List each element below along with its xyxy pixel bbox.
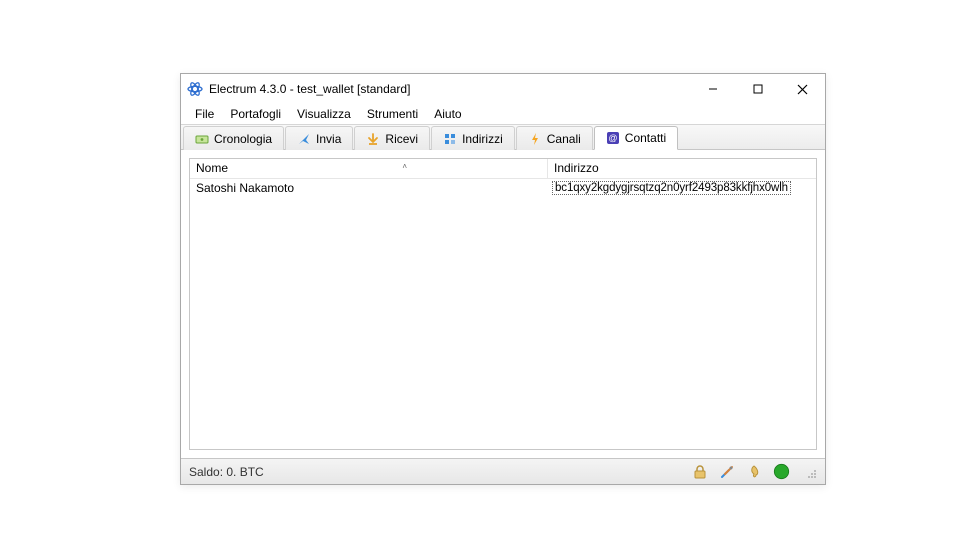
status-icons [691, 463, 817, 481]
tab-receive[interactable]: Ricevi [354, 126, 430, 150]
tab-channels[interactable]: Canali [516, 126, 593, 150]
receive-icon [366, 132, 380, 146]
balance-label: Saldo: 0. BTC [189, 465, 264, 479]
addresses-icon [443, 132, 457, 146]
content-area: Nome ˄ Indirizzo Satoshi Nakamoto bc1qxy… [181, 150, 825, 458]
menubar: File Portafogli Visualizza Strumenti Aiu… [181, 104, 825, 124]
statusbar: Saldo: 0. BTC [181, 458, 825, 484]
contacts-table: Nome ˄ Indirizzo Satoshi Nakamoto bc1qxy… [189, 158, 817, 450]
tab-history[interactable]: Cronologia [183, 126, 284, 150]
header-address[interactable]: Indirizzo [548, 159, 816, 178]
tab-addresses[interactable]: Indirizzi [431, 126, 515, 150]
network-status-icon[interactable] [772, 463, 790, 481]
tab-label: Cronologia [214, 132, 272, 146]
header-name[interactable]: Nome ˄ [190, 159, 548, 178]
cell-address: bc1qxy2kgdygjrsqtzq2n0yrf2493p83kkfjhx0w… [548, 179, 816, 197]
titlebar: Electrum 4.3.0 - test_wallet [standard] [181, 74, 825, 104]
resize-grip-icon[interactable] [803, 465, 817, 479]
menu-wallet[interactable]: Portafogli [222, 105, 289, 123]
svg-text:@: @ [608, 133, 617, 143]
tab-label: Invia [316, 132, 341, 146]
tab-contacts[interactable]: @ Contatti [594, 126, 678, 150]
table-row[interactable]: Satoshi Nakamoto bc1qxy2kgdygjrsqtzq2n0y… [190, 179, 816, 197]
window-title: Electrum 4.3.0 - test_wallet [standard] [209, 82, 410, 96]
table-body: Satoshi Nakamoto bc1qxy2kgdygjrsqtzq2n0y… [190, 179, 816, 449]
lock-icon[interactable] [691, 463, 709, 481]
close-button[interactable] [780, 74, 825, 104]
maximize-button[interactable] [735, 74, 780, 104]
minimize-button[interactable] [690, 74, 735, 104]
history-icon [195, 132, 209, 146]
window-controls [690, 74, 825, 104]
sort-indicator-icon: ˄ [402, 162, 407, 171]
app-window: Electrum 4.3.0 - test_wallet [standard] … [180, 73, 826, 485]
menu-tools[interactable]: Strumenti [359, 105, 426, 123]
tab-label: Indirizzi [462, 132, 503, 146]
channels-icon [528, 132, 542, 146]
app-icon [187, 81, 203, 97]
send-icon [297, 132, 311, 146]
tab-send[interactable]: Invia [285, 126, 353, 150]
menu-file[interactable]: File [187, 105, 222, 123]
tab-label: Contatti [625, 131, 666, 145]
menu-view[interactable]: Visualizza [289, 105, 359, 123]
table-header: Nome ˄ Indirizzo [190, 159, 816, 179]
tab-label: Ricevi [385, 132, 418, 146]
seed-icon[interactable] [745, 463, 763, 481]
contacts-icon: @ [606, 131, 620, 145]
address-value[interactable]: bc1qxy2kgdygjrsqtzq2n0yrf2493p83kkfjhx0w… [552, 181, 791, 195]
menu-help[interactable]: Aiuto [426, 105, 469, 123]
settings-icon[interactable] [718, 463, 736, 481]
tab-label: Canali [547, 132, 581, 146]
cell-name: Satoshi Nakamoto [190, 179, 548, 197]
tab-strip: Cronologia Invia Ricevi Indirizzi Canali [181, 124, 825, 150]
